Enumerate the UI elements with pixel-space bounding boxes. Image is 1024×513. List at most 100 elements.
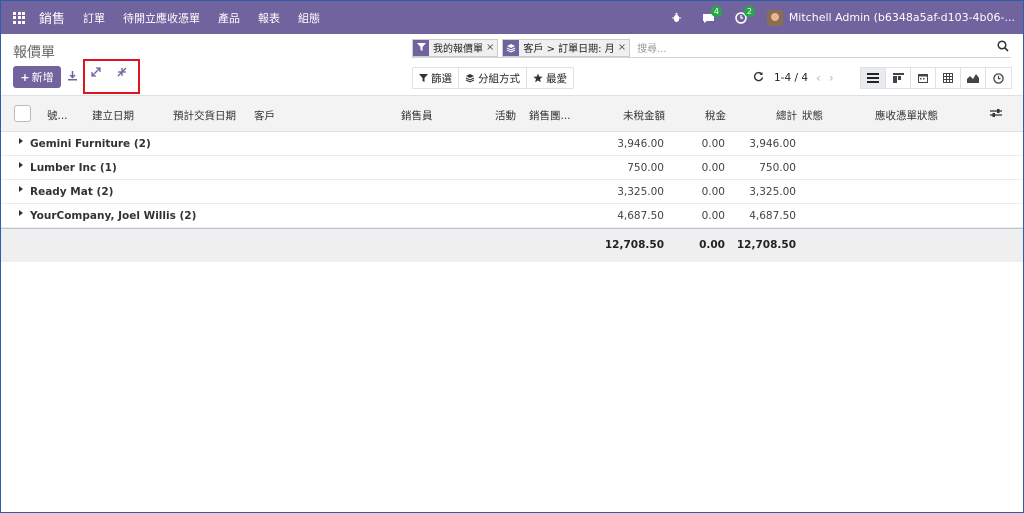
caret-right-icon <box>19 138 23 144</box>
menu-reporting[interactable]: 報表 <box>258 10 280 26</box>
group-name: YourCompany, Joel Willis (2) <box>30 210 197 222</box>
group-tax: 0.00 <box>701 210 725 222</box>
calendar-view-icon[interactable] <box>911 68 936 88</box>
pager-value[interactable]: 1-4 / 4 <box>774 72 808 84</box>
group-untaxed: 3,946.00 <box>617 138 664 150</box>
group-name: Lumber Inc (1) <box>30 162 117 174</box>
kanban-view-icon[interactable] <box>886 68 911 88</box>
total-untaxed: 12,708.50 <box>604 239 664 251</box>
view-switcher <box>860 67 1012 89</box>
col-create-date[interactable]: 建立日期 <box>92 108 134 123</box>
group-row[interactable]: Ready Mat (2) 3,325.00 0.00 3,325.00 <box>1 180 1023 204</box>
group-total: 4,687.50 <box>749 210 796 222</box>
apps-grid-icon[interactable] <box>13 11 25 24</box>
col-delivery-date[interactable]: 預計交貨日期 <box>173 108 236 123</box>
download-icon[interactable] <box>67 70 78 84</box>
groupby-button[interactable]: 分組方式 <box>459 68 527 88</box>
control-panel: 報價單 + 新增 我的報價單 × 客戶 > 訂單日期: 月 × 搜尋... 篩選… <box>1 34 1023 96</box>
search-bar: 我的報價單 × 客戶 > 訂單日期: 月 × 搜尋... <box>412 38 1011 58</box>
filter-icon <box>413 39 429 56</box>
group-tax: 0.00 <box>701 186 725 198</box>
list-table: 號... 建立日期 預計交貨日期 客戶 銷售員 活動 銷售團... 未稅金額 稅… <box>1 96 1023 262</box>
page-title[interactable]: 報價單 <box>13 42 55 62</box>
app-brand[interactable]: 銷售 <box>39 8 65 27</box>
group-tax: 0.00 <box>701 162 725 174</box>
col-invoice-status[interactable]: 應收憑單狀態 <box>875 108 938 123</box>
menu-orders[interactable]: 訂單 <box>83 10 105 26</box>
search-options: 篩選 分組方式 最愛 <box>412 67 574 89</box>
caret-right-icon <box>19 210 23 216</box>
menu-configuration[interactable]: 組態 <box>298 10 320 26</box>
group-name: Ready Mat (2) <box>30 186 114 198</box>
col-total[interactable]: 總計 <box>776 108 797 123</box>
group-row[interactable]: Lumber Inc (1) 750.00 0.00 750.00 <box>1 156 1023 180</box>
group-total: 750.00 <box>759 162 796 174</box>
plus-icon: + <box>20 70 30 84</box>
table-header: 號... 建立日期 預計交貨日期 客戶 銷售員 活動 銷售團... 未稅金額 稅… <box>1 96 1023 132</box>
pivot-view-icon[interactable] <box>936 68 961 88</box>
chevron-left-icon[interactable]: ‹ <box>816 71 821 85</box>
layers-icon <box>503 39 520 56</box>
totals-row: 12,708.50 0.00 12,708.50 <box>1 228 1023 262</box>
col-number[interactable]: 號... <box>47 108 68 123</box>
group-row[interactable]: Gemini Furniture (2) 3,946.00 0.00 3,946… <box>1 132 1023 156</box>
facet-label: 我的報價單 <box>433 44 483 55</box>
user-menu[interactable]: Mitchell Admin (b6348a5af-d103-4b06-... <box>789 11 1015 24</box>
caret-right-icon <box>19 162 23 168</box>
facet-label: 客戶 > 訂單日期: 月 <box>523 44 615 55</box>
group-row[interactable]: YourCompany, Joel Willis (2) 4,687.50 0.… <box>1 204 1023 228</box>
graph-view-icon[interactable] <box>961 68 986 88</box>
activities-icon[interactable]: 2 <box>735 5 755 24</box>
group-untaxed: 3,325.00 <box>617 186 664 198</box>
app-window: 銷售 訂單 待開立應收憑單 產品 報表 組態 4 2 Mitchell Admi… <box>1 1 1023 512</box>
activity-view-icon[interactable] <box>986 68 1011 88</box>
filter-button[interactable]: 篩選 <box>413 68 459 88</box>
user-avatar[interactable] <box>766 9 783 26</box>
total-amount: 12,708.50 <box>736 239 796 251</box>
total-tax: 0.00 <box>699 239 725 251</box>
chevron-right-icon[interactable]: › <box>829 71 834 85</box>
col-untaxed[interactable]: 未稅金額 <box>623 108 665 123</box>
col-tax[interactable]: 稅金 <box>705 108 726 123</box>
group-untaxed: 4,687.50 <box>617 210 664 222</box>
bug-icon[interactable] <box>671 12 682 23</box>
col-salesperson[interactable]: 銷售員 <box>401 108 433 123</box>
groupby-label: 分組方式 <box>478 72 520 85</box>
collapse-all-icon[interactable] <box>117 67 127 80</box>
caret-right-icon <box>19 186 23 192</box>
filter-label: 篩選 <box>431 72 452 85</box>
pager: 1-4 / 4 ‹ › <box>753 71 834 85</box>
favorites-label: 最愛 <box>546 72 567 85</box>
group-untaxed: 750.00 <box>627 162 664 174</box>
refresh-icon[interactable] <box>753 71 764 85</box>
favorites-button[interactable]: 最愛 <box>527 68 573 88</box>
layers-icon <box>465 74 475 83</box>
messages-icon[interactable]: 4 <box>702 5 722 24</box>
group-tax: 0.00 <box>701 138 725 150</box>
close-icon[interactable]: × <box>618 42 629 53</box>
activities-badge: 2 <box>743 5 755 17</box>
group-total: 3,325.00 <box>749 186 796 198</box>
new-button[interactable]: + 新增 <box>13 66 61 88</box>
col-status[interactable]: 狀態 <box>802 108 823 123</box>
col-activity[interactable]: 活動 <box>495 108 516 123</box>
facet-my-quotations: 我的報價單 × <box>412 38 499 57</box>
group-name: Gemini Furniture (2) <box>30 138 151 150</box>
group-total: 3,946.00 <box>749 138 796 150</box>
filter-icon <box>419 73 428 82</box>
list-view-icon[interactable] <box>861 68 886 88</box>
top-navbar: 銷售 訂單 待開立應收憑單 產品 報表 組態 4 2 Mitchell Admi… <box>1 1 1023 34</box>
search-input[interactable]: 搜尋... <box>637 40 667 55</box>
star-icon <box>533 73 543 83</box>
col-customer[interactable]: 客戶 <box>254 108 275 123</box>
messages-badge: 4 <box>710 5 722 17</box>
menu-to-invoice[interactable]: 待開立應收憑單 <box>123 10 200 26</box>
search-icon[interactable] <box>997 40 1009 55</box>
facet-groupby: 客戶 > 訂單日期: 月 × <box>502 38 631 57</box>
expand-all-icon[interactable] <box>91 67 101 80</box>
close-icon[interactable]: × <box>486 42 497 53</box>
menu-products[interactable]: 產品 <box>218 10 240 26</box>
select-all-checkbox[interactable] <box>14 105 31 122</box>
col-sales-team[interactable]: 銷售團... <box>529 108 571 123</box>
optional-columns-icon[interactable] <box>990 108 1002 121</box>
